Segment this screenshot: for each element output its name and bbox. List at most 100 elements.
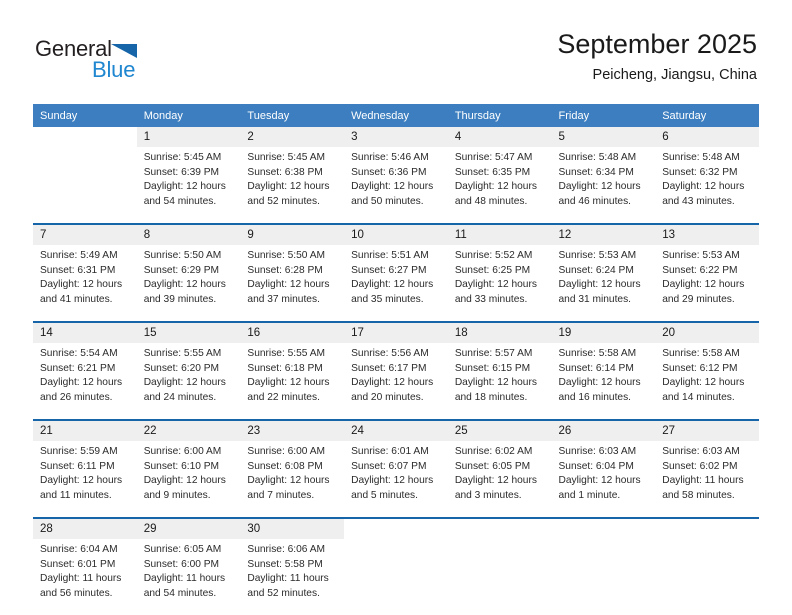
day-details: Sunrise: 5:58 AM Sunset: 6:12 PM Daylight:…	[655, 343, 759, 419]
calendar-day-cell[interactable]: 14 Sunrise: 5:54 AM Sunset: 6:21 PM Dayligh…	[33, 321, 137, 420]
day-details: Sunrise: 5:58 AM Sunset: 6:14 PM Daylight:…	[552, 343, 656, 419]
day-details: Sunrise: 5:50 AM Sunset: 6:29 PM Daylight:…	[137, 245, 241, 321]
daylight-text-line2: and 46 minutes.	[558, 195, 632, 207]
calendar-day-cell[interactable]: 27 Sunrise: 6:03 AM Sunset: 6:02 PM Dayligh…	[655, 419, 759, 518]
sunrise-text: Sunrise: 6:03 AM	[558, 446, 637, 457]
daylight-text-line2: and 56 minutes.	[40, 587, 113, 599]
general-blue-logo[interactable]: General Blue	[35, 36, 215, 86]
calendar-day-cell[interactable]: 16 Sunrise: 5:55 AM Sunset: 6:18 PM Dayligh…	[240, 321, 345, 420]
calendar-day-cell[interactable]: 4 Sunrise: 5:47 AM Sunset: 6:35 PM Daylight…	[447, 127, 552, 224]
daylight-text-line2: and 39 minutes.	[143, 293, 217, 305]
daylight-text-line1: Daylight: 12 hours	[143, 377, 226, 388]
daylight-text-line1: Daylight: 12 hours	[351, 181, 434, 192]
sunset-text: Sunset: 6:27 PM	[351, 264, 427, 276]
daylight-text-line1: Daylight: 12 hours	[351, 279, 434, 290]
calendar-day-cell[interactable]: 3 Sunrise: 5:46 AM Sunset: 6:36 PM Daylight…	[344, 127, 448, 224]
daylight-text-line2: and 33 minutes.	[454, 293, 528, 305]
calendar-day-cell[interactable]: 1 Sunrise: 5:45 AM Sunset: 6:39 PM Daylight…	[136, 127, 241, 224]
daylight-text-line2: and 29 minutes.	[662, 293, 735, 305]
calendar-day-cell[interactable]: 12 Sunrise: 5:53 AM Sunset: 6:24 PM Dayligh…	[551, 223, 656, 322]
day-details: Sunrise: 5:45 AM Sunset: 6:38 PM Daylight:…	[240, 147, 344, 223]
sunrise-text: Sunrise: 6:06 AM	[247, 544, 325, 555]
sunrise-text: Sunrise: 5:58 AM	[558, 348, 637, 359]
day-details: Sunrise: 5:46 AM Sunset: 6:36 PM Daylight:…	[344, 147, 448, 223]
daylight-text-line1: Daylight: 12 hours	[247, 475, 330, 486]
sunrise-text: Sunrise: 5:55 AM	[247, 348, 325, 359]
calendar-day-cell[interactable]: 8 Sunrise: 5:50 AM Sunset: 6:29 PM Daylight…	[136, 223, 241, 322]
page-header: General Blue September 2025 Peicheng, Ji…	[0, 0, 792, 104]
calendar-day-cell[interactable]: 13 Sunrise: 5:53 AM Sunset: 6:22 PM Dayligh…	[655, 223, 759, 322]
day-details: Sunrise: 5:56 AM Sunset: 6:17 PM Daylight:…	[344, 343, 448, 419]
calendar-week-row: 14 Sunrise: 5:54 AM Sunset: 6:21 PM Dayligh…	[33, 321, 759, 420]
daylight-text-line2: and 24 minutes.	[143, 391, 217, 403]
day-details: Sunrise: 6:00 AM Sunset: 6:10 PM Daylight:…	[137, 441, 241, 517]
daylight-text-line2: and 58 minutes.	[662, 489, 735, 501]
sunrise-text: Sunrise: 5:58 AM	[662, 348, 740, 359]
daylight-text-line1: Daylight: 12 hours	[40, 279, 123, 290]
calendar-day-cell[interactable]: 7 Sunrise: 5:49 AM Sunset: 6:31 PM Daylight…	[33, 223, 137, 322]
day-details: Sunrise: 6:03 AM Sunset: 6:04 PM Daylight:…	[552, 441, 656, 517]
sunrise-text: Sunrise: 6:00 AM	[143, 446, 222, 457]
calendar-day-cell[interactable]: 6 Sunrise: 5:48 AM Sunset: 6:32 PM Daylight…	[655, 127, 759, 224]
day-details	[344, 539, 448, 615]
calendar-day-cell[interactable]: 30 Sunrise: 6:06 AM Sunset: 5:58 PM Dayligh…	[240, 517, 345, 615]
daylight-text-line2: and 41 minutes.	[40, 293, 113, 305]
calendar-day-cell[interactable]: 2 Sunrise: 5:45 AM Sunset: 6:38 PM Daylight…	[240, 127, 345, 224]
daylight-text-line1: Daylight: 12 hours	[351, 475, 434, 486]
day-details: Sunrise: 5:48 AM Sunset: 6:32 PM Daylight:…	[655, 147, 759, 223]
daylight-text-line1: Daylight: 12 hours	[247, 181, 330, 192]
day-details: Sunrise: 5:53 AM Sunset: 6:24 PM Daylight:…	[552, 245, 656, 321]
calendar-day-cell[interactable]: 15 Sunrise: 5:55 AM Sunset: 6:20 PM Dayligh…	[136, 321, 241, 420]
sunrise-text: Sunrise: 6:03 AM	[662, 446, 740, 457]
daylight-text-line2: and 35 minutes.	[351, 293, 424, 305]
daylight-text-line1: Daylight: 12 hours	[143, 181, 226, 192]
sunset-text: Sunset: 6:28 PM	[247, 264, 323, 276]
calendar-day-cell[interactable]: 17 Sunrise: 5:56 AM Sunset: 6:17 PM Dayligh…	[344, 321, 448, 420]
sunset-text: Sunset: 6:00 PM	[143, 558, 220, 570]
sunrise-text: Sunrise: 6:01 AM	[351, 446, 429, 457]
weekday-header-friday: Friday	[551, 104, 656, 127]
daylight-text-line1: Daylight: 12 hours	[662, 279, 745, 290]
calendar-table: Sunday Monday Tuesday Wednesday Thursday…	[33, 104, 759, 615]
daylight-text-line2: and 9 minutes.	[143, 489, 211, 501]
calendar-week-row: 7 Sunrise: 5:49 AM Sunset: 6:31 PM Daylight…	[33, 223, 759, 322]
daylight-text-line1: Daylight: 12 hours	[662, 377, 745, 388]
daylight-text-line1: Daylight: 11 hours	[40, 573, 122, 584]
day-number	[33, 127, 137, 147]
calendar-day-cell[interactable]: 22 Sunrise: 6:00 AM Sunset: 6:10 PM Dayligh…	[136, 419, 241, 518]
sunrise-text: Sunrise: 5:51 AM	[351, 250, 429, 261]
day-number	[447, 519, 552, 539]
calendar-day-cell[interactable]: 26 Sunrise: 6:03 AM Sunset: 6:04 PM Dayligh…	[551, 419, 656, 518]
daylight-text-line2: and 37 minutes.	[247, 293, 320, 305]
day-number: 3	[344, 127, 448, 147]
sunset-text: Sunset: 6:21 PM	[40, 362, 116, 374]
calendar-day-cell[interactable]: 10 Sunrise: 5:51 AM Sunset: 6:27 PM Dayligh…	[344, 223, 448, 322]
calendar-day-cell[interactable]: 25 Sunrise: 6:02 AM Sunset: 6:05 PM Dayligh…	[447, 419, 552, 518]
calendar-day-cell[interactable]: 11 Sunrise: 5:52 AM Sunset: 6:25 PM Dayligh…	[447, 223, 552, 322]
day-details: Sunrise: 6:05 AM Sunset: 6:00 PM Daylight:…	[137, 539, 241, 615]
day-details: Sunrise: 5:51 AM Sunset: 6:27 PM Daylight:…	[344, 245, 448, 321]
sunset-text: Sunset: 6:04 PM	[558, 460, 634, 472]
calendar-day-cell[interactable]: 18 Sunrise: 5:57 AM Sunset: 6:15 PM Dayligh…	[447, 321, 552, 420]
daylight-text-line1: Daylight: 12 hours	[558, 181, 641, 192]
calendar-day-cell[interactable]: 23 Sunrise: 6:00 AM Sunset: 6:08 PM Dayligh…	[240, 419, 345, 518]
day-number: 28	[33, 519, 137, 539]
sunset-text: Sunset: 6:01 PM	[40, 558, 116, 570]
calendar-day-cell[interactable]: 19 Sunrise: 5:58 AM Sunset: 6:14 PM Dayligh…	[551, 321, 656, 420]
calendar-day-cell[interactable]: 9 Sunrise: 5:50 AM Sunset: 6:28 PM Daylight…	[240, 223, 345, 322]
calendar-day-cell[interactable]: 28 Sunrise: 6:04 AM Sunset: 6:01 PM Dayligh…	[33, 517, 137, 615]
calendar-day-cell[interactable]: 20 Sunrise: 5:58 AM Sunset: 6:12 PM Dayligh…	[655, 321, 759, 420]
day-details: Sunrise: 6:01 AM Sunset: 6:07 PM Daylight:…	[344, 441, 448, 517]
calendar-day-cell[interactable]: 29 Sunrise: 6:05 AM Sunset: 6:00 PM Dayligh…	[136, 517, 241, 615]
calendar-day-cell[interactable]: 24 Sunrise: 6:01 AM Sunset: 6:07 PM Dayligh…	[344, 419, 448, 518]
sunset-text: Sunset: 6:05 PM	[454, 460, 531, 472]
daylight-text-line2: and 48 minutes.	[454, 195, 528, 207]
daylight-text-line2: and 31 minutes.	[558, 293, 632, 305]
calendar-day-cell[interactable]: 5 Sunrise: 5:48 AM Sunset: 6:34 PM Daylight…	[551, 127, 656, 224]
day-number: 7	[33, 225, 137, 245]
sunset-text: Sunset: 6:38 PM	[247, 166, 323, 178]
sunrise-text: Sunrise: 6:05 AM	[143, 544, 222, 555]
calendar-day-cell[interactable]: 21 Sunrise: 5:59 AM Sunset: 6:11 PM Dayligh…	[33, 419, 137, 518]
sunset-text: Sunset: 6:25 PM	[454, 264, 531, 276]
daylight-text-line1: Daylight: 12 hours	[454, 475, 537, 486]
